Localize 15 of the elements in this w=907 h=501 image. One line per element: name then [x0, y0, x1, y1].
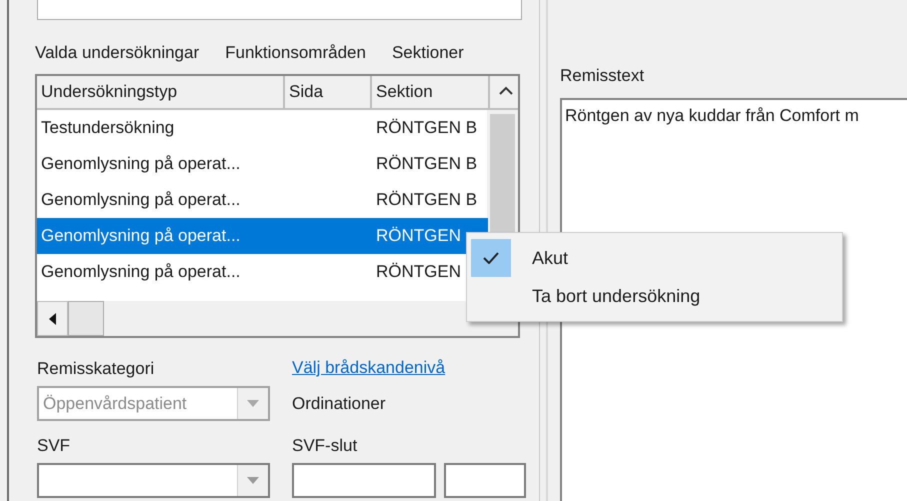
field-label: SVF-slut	[292, 435, 358, 457]
table-cell-text: RÖNTGEN B	[375, 118, 478, 138]
table-cell-text: Genomlysning på operat...	[40, 154, 242, 174]
table-cell-text: RÖNTGEN B	[375, 154, 478, 174]
field-label: Remisskategori	[37, 358, 156, 380]
table-cell-text: RÖNTGEN B	[375, 190, 478, 210]
field-label: SVF	[37, 435, 72, 457]
table-cell-text: RÖNTGEN	[375, 226, 462, 246]
table-cell-text: Testundersökning	[40, 118, 176, 138]
field-label: Ordinationer	[292, 392, 387, 414]
table-cell-text: Genomlysning på operat...	[40, 226, 242, 246]
table-cell-text: RÖNTGEN	[375, 262, 462, 282]
table-cell-text: Genomlysning på operat...	[40, 190, 242, 210]
field-label: Remisstext	[560, 66, 646, 87]
table-cell-text: Genomlysning på operat...	[40, 262, 242, 282]
